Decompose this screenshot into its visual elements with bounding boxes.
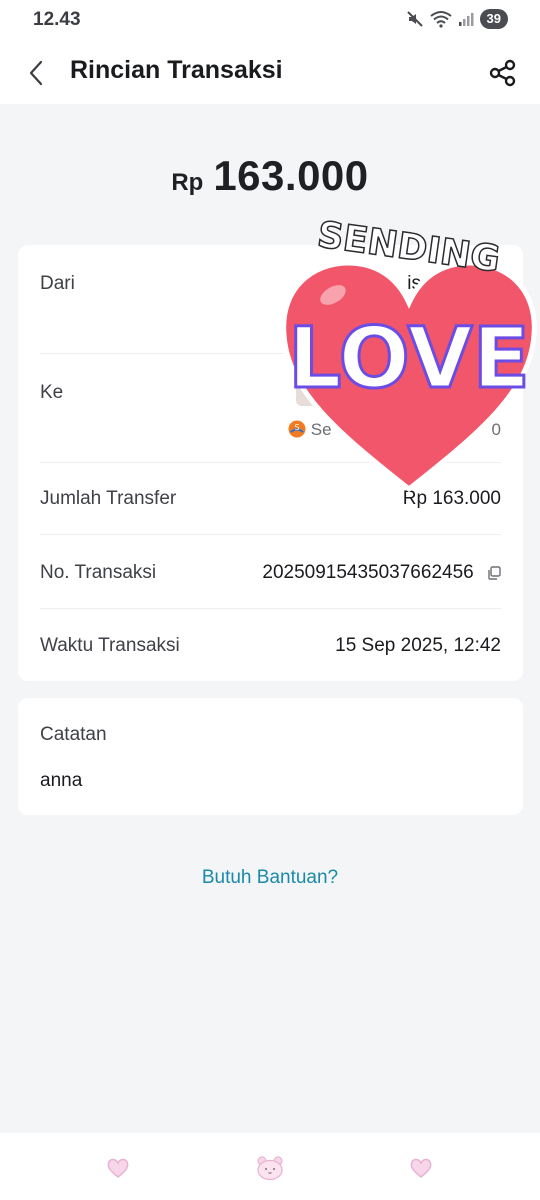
sending-love-sticker: SENDING LOVE: [281, 214, 537, 493]
amount-currency: Rp: [171, 169, 204, 196]
heart-icon: [410, 1158, 432, 1178]
transaction-number-value: 20250915435037662456: [262, 562, 474, 583]
transaction-number-wrap: 20250915435037662456: [262, 562, 501, 584]
amount-value: 163.000: [213, 152, 369, 199]
divider: [40, 534, 501, 535]
mute-icon: [406, 11, 423, 27]
battery-indicator: 39: [479, 9, 508, 29]
transaction-number-label: No. Transaksi: [40, 562, 157, 583]
status-time: 12.43: [33, 9, 81, 30]
share-button[interactable]: [484, 54, 522, 92]
notes-card: Catatan anna: [18, 698, 523, 815]
notes-label: Catatan: [40, 724, 107, 745]
back-button[interactable]: [22, 56, 50, 90]
heart-icon: [107, 1158, 129, 1178]
notes-label-row: Catatan: [40, 724, 501, 748]
app-bar: Rincian Transaksi: [0, 42, 540, 104]
help-link[interactable]: Butuh Bantuan?: [0, 867, 540, 889]
page-title: Rincian Transaksi: [70, 56, 283, 84]
notes-value: anna: [40, 770, 83, 791]
status-icons: 39: [406, 9, 508, 29]
bear-face-icon: [257, 1156, 283, 1181]
transaction-amount: Rp 163.000: [0, 152, 540, 200]
wifi-icon: [429, 11, 452, 28]
chevron-left-icon: [29, 60, 43, 86]
row-transaction-number: No. Transaksi 20250915435037662456: [40, 562, 501, 586]
transaction-time-label: Waktu Transaksi: [40, 635, 180, 656]
notes-value-row: anna: [40, 770, 501, 794]
transaction-time-value: 15 Sep 2025, 12:42: [335, 635, 501, 656]
status-bar: 12.43 39: [0, 0, 540, 42]
row-transaction-time: Waktu Transaksi 15 Sep 2025, 12:42: [40, 635, 501, 659]
share-icon: [489, 59, 516, 87]
to-label: Ke: [40, 382, 64, 403]
sticker-main-text: LOVE: [288, 309, 530, 407]
transfer-amount-label: Jumlah Transfer: [40, 488, 177, 509]
signal-icon: [458, 13, 474, 26]
from-label: Dari: [40, 273, 75, 294]
copy-icon[interactable]: [487, 566, 501, 580]
divider: [40, 608, 501, 609]
bottom-bar: [0, 1133, 540, 1200]
